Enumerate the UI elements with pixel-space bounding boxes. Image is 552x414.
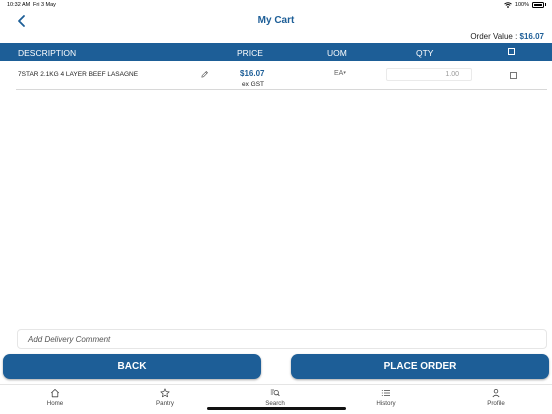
- order-value-label: Order Value :: [470, 32, 518, 41]
- battery-icon: [532, 1, 544, 8]
- order-value: Order Value : $16.07: [470, 32, 544, 41]
- status-time: 10:32 AM: [7, 2, 31, 8]
- uom-value: EA: [334, 70, 344, 77]
- tab-history-label: History: [376, 400, 396, 407]
- column-header-price: PRICE: [237, 47, 263, 58]
- pencil-icon[interactable]: [200, 70, 209, 79]
- tab-search[interactable]: Search: [245, 388, 305, 407]
- tab-home[interactable]: Home: [25, 388, 85, 407]
- back-button[interactable]: BACK: [3, 354, 261, 379]
- tab-profile-label: Profile: [487, 400, 505, 407]
- list-icon: [381, 390, 390, 396]
- chevron-down-icon: ▾: [343, 70, 346, 76]
- search-icon: [270, 389, 280, 397]
- tab-home-label: Home: [46, 400, 64, 407]
- column-header-description: DESCRIPTION: [18, 47, 77, 58]
- tab-search-label: Search: [265, 400, 285, 407]
- table-row: 7STAR 2.1KG 4 LAYER BEEF LASAGNE $16.07 …: [16, 62, 547, 90]
- wifi-icon: [504, 1, 512, 8]
- table-header: DESCRIPTION PRICE UOM QTY: [0, 43, 552, 61]
- column-header-uom: UOM: [327, 47, 347, 58]
- quantity-input[interactable]: 1.00: [386, 68, 472, 81]
- item-price-note: ex GST: [242, 81, 265, 88]
- home-indicator: [207, 407, 346, 410]
- tab-history[interactable]: History: [356, 388, 416, 407]
- tab-pantry[interactable]: Pantry: [135, 388, 195, 407]
- delivery-comment-input[interactable]: Add Delivery Comment: [17, 329, 547, 349]
- place-order-button[interactable]: PLACE ORDER: [291, 354, 549, 379]
- uom-select[interactable]: EA▾: [334, 70, 346, 77]
- page-title: My Cart: [257, 15, 295, 26]
- person-icon: [492, 389, 500, 398]
- item-price: $16.07: [240, 69, 265, 78]
- status-bar: 10:32 AM Fri 3 May 100%: [0, 0, 552, 11]
- battery-percent: 100%: [514, 1, 529, 8]
- home-icon: [50, 389, 60, 398]
- tab-profile[interactable]: Profile: [466, 388, 526, 407]
- column-header-qty: QTY: [416, 47, 434, 58]
- item-description: 7STAR 2.1KG 4 LAYER BEEF LASAGNE: [18, 71, 139, 78]
- row-checkbox[interactable]: [510, 72, 517, 79]
- tab-pantry-label: Pantry: [156, 400, 174, 407]
- order-value-amount: $16.07: [519, 32, 544, 41]
- status-date: Fri 3 May: [33, 2, 56, 8]
- status-indicators: 100%: [504, 1, 546, 8]
- navigation-header: My Cart: [0, 11, 552, 33]
- star-icon: [160, 388, 170, 398]
- select-all-checkbox[interactable]: [508, 48, 515, 55]
- battery-tip: [545, 3, 546, 6]
